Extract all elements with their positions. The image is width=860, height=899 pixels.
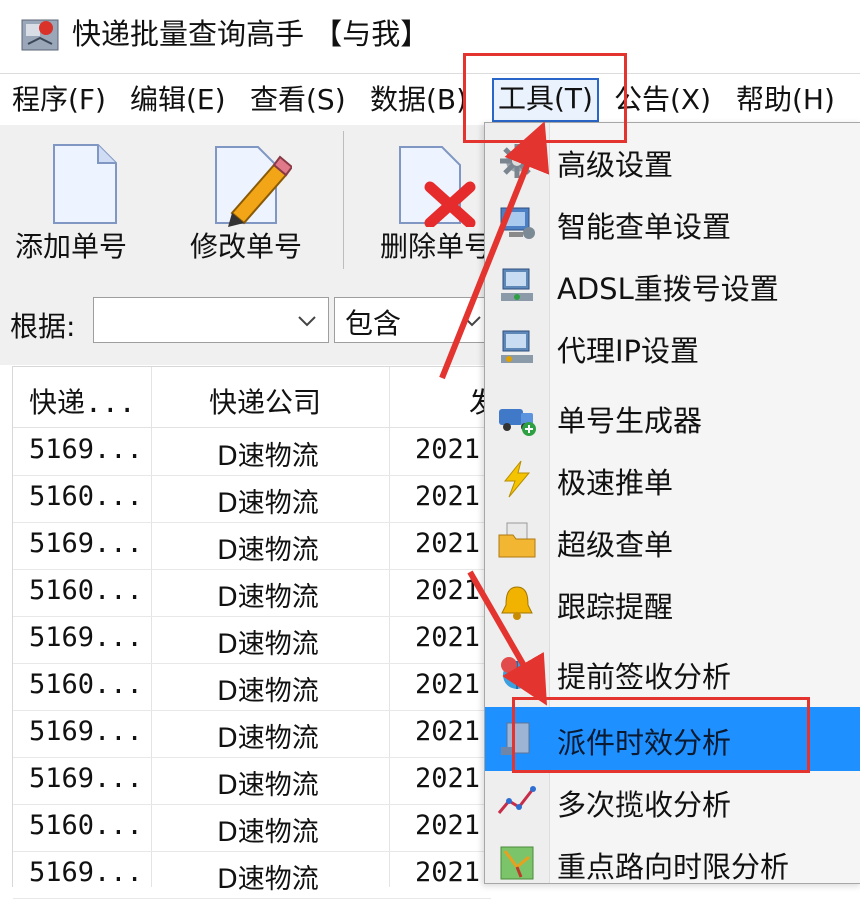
- title-bar: 快递批量查询高手 【与我】: [0, 0, 860, 72]
- tools-menu-item-label: ADSL重拨号设置: [557, 272, 779, 306]
- menu-item[interactable]: 数据(B): [370, 82, 467, 118]
- annotation-box-dispatch-analysis: [512, 697, 810, 773]
- table-row[interactable]: 5169... D速物流 2021-: [13, 710, 496, 758]
- tools-menu-item-label: 超级查单: [557, 528, 674, 562]
- cell-courier-company: D速物流: [217, 817, 319, 848]
- column-header-number[interactable]: 快递...: [29, 381, 136, 421]
- tracking-table: 快递... 快递公司 发 5169... D速物流 2021- 5160... D速物流…: [12, 366, 497, 899]
- tools-menu-item[interactable]: 单号生成器: [485, 385, 860, 447]
- tools-menu-item[interactable]: 极速推单: [485, 447, 860, 509]
- table-row[interactable]: 5169... D速物流 2021-: [13, 757, 496, 805]
- tools-menu-item-label: 多次揽收分析: [557, 788, 732, 822]
- tools-menu-item[interactable]: 多次揽收分析: [485, 769, 860, 831]
- delete-document-icon: [399, 146, 476, 227]
- table-row[interactable]: 5160... D速物流 2021-: [13, 569, 496, 617]
- table-row[interactable]: 5169... D速物流 2021-: [13, 522, 496, 570]
- analysis-globe-icon: [501, 657, 531, 689]
- tools-menu-item[interactable]: 重点路向时限分析: [485, 831, 860, 893]
- tools-menu-item-label: 跟踪提醒: [557, 590, 674, 624]
- cell-tracking-number: 5169...: [29, 763, 143, 794]
- tools-menu-item[interactable]: 代理IP设置: [485, 315, 860, 377]
- edit-document-icon: [215, 146, 292, 227]
- parcel-app-icon: [21, 19, 59, 51]
- menu-item[interactable]: 公告(X): [614, 82, 711, 118]
- menu-item[interactable]: 查看(S): [250, 82, 346, 118]
- menu-item[interactable]: 程序(F): [12, 82, 106, 118]
- tools-menu-item-label: 高级设置: [557, 148, 674, 182]
- delete-number-label: 删除单号: [380, 230, 490, 263]
- network-icon: [501, 268, 533, 301]
- delete-number-button[interactable]: 删除单号: [362, 131, 490, 271]
- cell-courier-company: D速物流: [217, 441, 319, 472]
- edit-number-label: 修改单号: [190, 230, 303, 263]
- filter-field-select[interactable]: [93, 297, 329, 343]
- tools-menu-item-label: 提前签收分析: [557, 660, 732, 694]
- cell-tracking-number: 5160...: [29, 575, 143, 606]
- tools-menu-item-label: 单号生成器: [557, 404, 703, 438]
- toolbar-separator: [343, 131, 344, 269]
- table-row[interactable]: 5160... D速物流 2021-: [13, 804, 496, 852]
- match-mode-select[interactable]: 包含: [334, 297, 494, 343]
- add-number-button[interactable]: 添加单号: [0, 131, 150, 271]
- computer-settings-icon: [500, 207, 535, 239]
- cell-courier-company: D速物流: [217, 723, 319, 754]
- bell-icon: [501, 586, 533, 620]
- menu-item[interactable]: 编辑(E): [130, 82, 226, 118]
- chevron-down-icon: [298, 316, 316, 327]
- chevron-down-icon: [463, 316, 481, 327]
- filter-label: 根据:: [10, 310, 76, 343]
- cell-courier-company: D速物流: [217, 864, 319, 895]
- map-route-icon: [500, 846, 534, 880]
- cell-tracking-number: 5160...: [29, 669, 143, 700]
- tools-menu-item[interactable]: ADSL重拨号设置: [485, 253, 860, 315]
- table-row[interactable]: 5169... D速物流 2021-: [13, 851, 496, 899]
- cell-tracking-number: 5169...: [29, 716, 143, 747]
- line-chart-icon: [497, 786, 536, 814]
- cell-courier-company: D速物流: [217, 770, 319, 801]
- table-header: 快递... 快递公司 发: [13, 367, 497, 428]
- cell-courier-company: D速物流: [217, 629, 319, 660]
- cell-courier-company: D速物流: [217, 676, 319, 707]
- toolbar: 添加单号 修改单号 删除单号: [0, 125, 490, 285]
- tools-menu-item[interactable]: 跟踪提醒: [485, 571, 860, 633]
- cell-tracking-number: 5169...: [29, 622, 143, 653]
- match-mode-value: 包含: [345, 307, 402, 340]
- annotation-box-tools-menu: [463, 53, 627, 143]
- table-row[interactable]: 5160... D速物流 2021-: [13, 663, 496, 711]
- cell-courier-company: D速物流: [217, 488, 319, 519]
- truck-add-icon: [499, 409, 536, 436]
- gear-icon: [500, 144, 534, 178]
- tools-menu-item-label: 代理IP设置: [557, 334, 700, 368]
- menu-item[interactable]: 帮助(H): [736, 82, 835, 118]
- cell-tracking-number: 5169...: [29, 857, 143, 888]
- menu-bar: 程序(F) 编辑(E) 查看(S) 数据(B) 工具(T) 公告(X) 帮助(H): [0, 73, 860, 126]
- cell-tracking-number: 5169...: [29, 434, 143, 465]
- proxy-network-icon: [501, 330, 533, 363]
- tools-menu-item-label: 重点路向时限分析: [557, 850, 790, 884]
- table-row[interactable]: 5169... D速物流 2021-: [13, 428, 496, 476]
- tools-menu-item[interactable]: 提前签收分析: [485, 641, 860, 703]
- table-row[interactable]: 5160... D速物流 2021-: [13, 475, 496, 523]
- tools-menu-item-label: 极速推单: [557, 466, 674, 500]
- cell-courier-company: D速物流: [217, 582, 319, 613]
- lightning-icon: [503, 460, 531, 498]
- tools-menu-item[interactable]: 智能查单设置: [485, 191, 860, 253]
- cell-tracking-number: 5160...: [29, 810, 143, 841]
- cell-tracking-number: 5160...: [29, 481, 143, 512]
- cell-courier-company: D速物流: [217, 535, 319, 566]
- cell-tracking-number: 5169...: [29, 528, 143, 559]
- table-row[interactable]: 5169... D速物流 2021-: [13, 616, 496, 664]
- filter-bar: 根据: 包含: [0, 285, 494, 365]
- add-number-label: 添加单号: [15, 230, 128, 263]
- edit-number-button[interactable]: 修改单号: [178, 131, 328, 271]
- new-document-icon: [53, 144, 117, 224]
- tools-menu-item[interactable]: 超级查单: [485, 509, 860, 571]
- column-header-company[interactable]: 快递公司: [209, 381, 321, 421]
- folder-search-icon: [498, 522, 536, 558]
- tools-menu-item-label: 智能查单设置: [557, 210, 732, 244]
- window-title: 快递批量查询高手 【与我】: [72, 17, 430, 51]
